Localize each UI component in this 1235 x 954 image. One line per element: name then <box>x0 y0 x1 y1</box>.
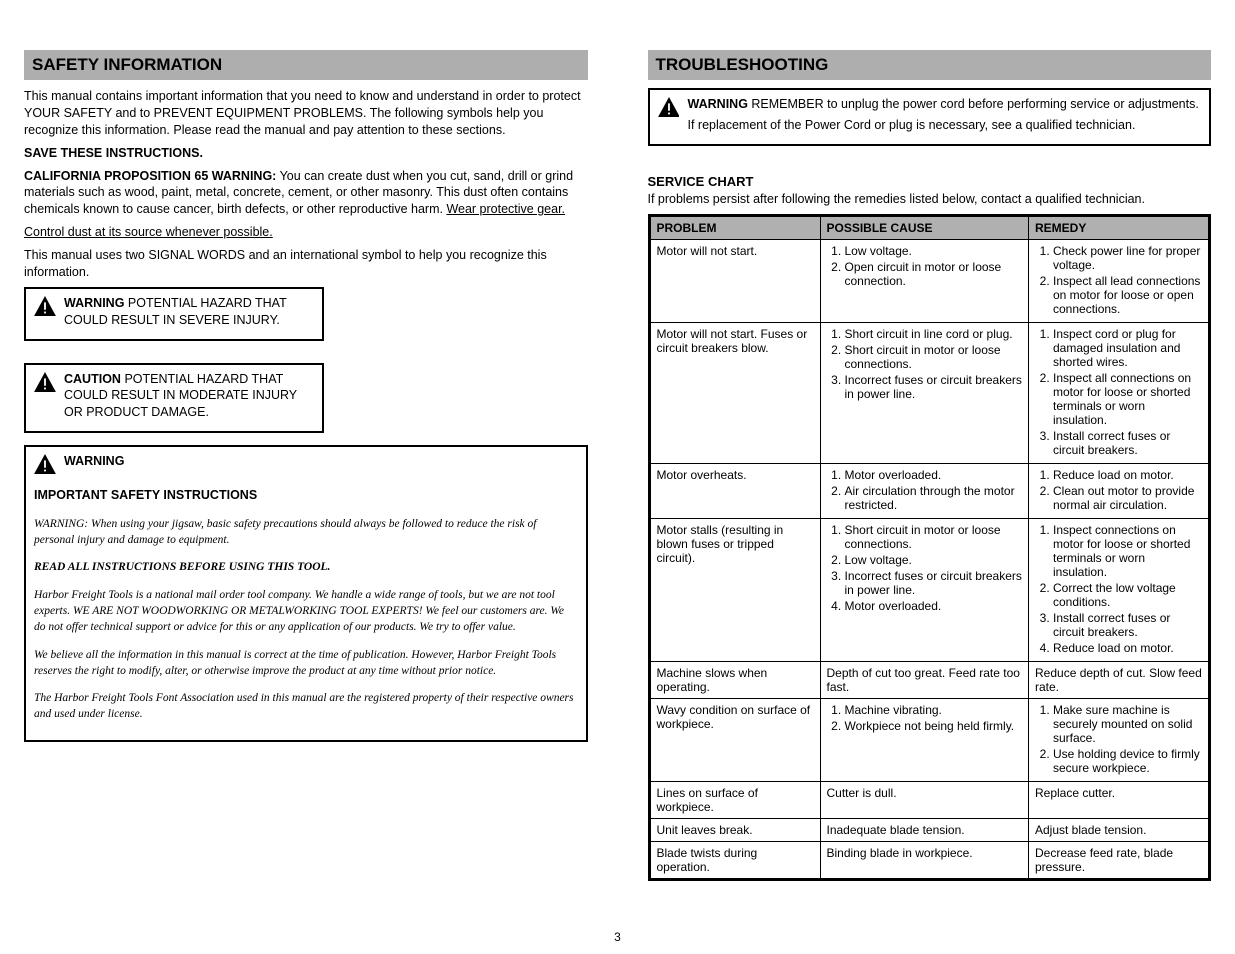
cell-cause: Cutter is dull. <box>820 781 1029 818</box>
save-instructions: SAVE THESE INSTRUCTIONS. <box>24 145 588 162</box>
right-column: TROUBLESHOOTING WARNING REMEMBER to unpl… <box>648 50 1212 934</box>
cell-remedy: Check power line for proper voltage.Insp… <box>1029 239 1209 322</box>
cell-problem: Unit leaves break. <box>650 818 820 841</box>
alert-icon <box>34 372 56 392</box>
cell-problem: Motor will not start. Fuses or circuit b… <box>650 322 820 463</box>
underline-note: Control dust at its source whenever poss… <box>24 224 588 241</box>
cell-cause: Low voltage.Open circuit in motor or loo… <box>820 239 1029 322</box>
cell-problem: Motor will not start. <box>650 239 820 322</box>
cell-cause: Motor overloaded.Air circulation through… <box>820 463 1029 518</box>
table-row: Machine slows when operating.Depth of cu… <box>650 661 1209 698</box>
th-cause: POSSIBLE CAUSE <box>820 216 1029 239</box>
table-row: Lines on surface of workpiece.Cutter is … <box>650 781 1209 818</box>
cell-remedy: Reduce depth of cut. Slow feed rate. <box>1029 661 1209 698</box>
cell-remedy: Reduce load on motor.Clean out motor to … <box>1029 463 1209 518</box>
troubleshooting-header: TROUBLESHOOTING <box>648 50 1212 80</box>
cell-remedy: Adjust blade tension. <box>1029 818 1209 841</box>
cell-problem: Motor stalls (resulting in blown fuses o… <box>650 518 820 661</box>
safety-header: SAFETY INFORMATION <box>24 50 588 80</box>
cell-problem: Lines on surface of workpiece. <box>650 781 820 818</box>
alert-icon <box>658 97 680 117</box>
cell-problem: Motor overheats. <box>650 463 820 518</box>
warning-callout: WARNING POTENTIAL HAZARD THAT COULD RESU… <box>24 287 324 341</box>
troubleshooting-warning: WARNING REMEMBER to unplug the power cor… <box>648 88 1212 146</box>
cell-cause: Inadequate blade tension. <box>820 818 1029 841</box>
cell-remedy: Inspect connections on motor for loose o… <box>1029 518 1209 661</box>
cell-remedy: Inspect cord or plug for damaged insulat… <box>1029 322 1209 463</box>
alert-icon <box>34 296 56 316</box>
intro-text: This manual contains important informati… <box>24 88 588 139</box>
service-chart-sub: If problems persist after following the … <box>648 191 1212 208</box>
table-row: Motor stalls (resulting in blown fuses o… <box>650 518 1209 661</box>
th-problem: PROBLEM <box>650 216 820 239</box>
service-chart-heading: SERVICE CHART <box>648 174 1212 189</box>
table-row: Blade twists during operation.Binding bl… <box>650 841 1209 878</box>
cell-cause: Binding blade in workpiece. <box>820 841 1029 878</box>
table-row: Motor will not start.Low voltage.Open ci… <box>650 239 1209 322</box>
page-number: 3 <box>614 930 621 944</box>
cell-remedy: Decrease feed rate, blade pressure. <box>1029 841 1209 878</box>
table-row: Motor overheats.Motor overloaded.Air cir… <box>650 463 1209 518</box>
cell-cause: Short circuit in line cord or plug.Short… <box>820 322 1029 463</box>
cell-remedy: Replace cutter. <box>1029 781 1209 818</box>
cell-cause: Machine vibrating.Workpiece not being he… <box>820 698 1029 781</box>
cell-problem: Machine slows when operating. <box>650 661 820 698</box>
table-row: Unit leaves break.Inadequate blade tensi… <box>650 818 1209 841</box>
table-row: Wavy condition on surface of workpiece.M… <box>650 698 1209 781</box>
cell-problem: Wavy condition on surface of workpiece. <box>650 698 820 781</box>
cell-problem: Blade twists during operation. <box>650 841 820 878</box>
cell-remedy: Make sure machine is securely mounted on… <box>1029 698 1209 781</box>
th-remedy: REMEDY <box>1029 216 1209 239</box>
cell-cause: Short circuit in motor or loose connecti… <box>820 518 1029 661</box>
service-chart-table: PROBLEM POSSIBLE CAUSE REMEDY Motor will… <box>648 214 1212 881</box>
table-row: Motor will not start. Fuses or circuit b… <box>650 322 1209 463</box>
cell-cause: Depth of cut too great. Feed rate too fa… <box>820 661 1029 698</box>
font-assoc-callout: WARNING IMPORTANT SAFETY INSTRUCTIONS WA… <box>24 445 588 742</box>
caution-callout: CAUTION POTENTIAL HAZARD THAT COULD RESU… <box>24 363 324 434</box>
left-column: SAFETY INFORMATION This manual contains … <box>24 50 588 934</box>
california-prop: CALIFORNIA PROPOSITION 65 WARNING: You c… <box>24 168 588 219</box>
alert-icon <box>34 454 56 474</box>
signal-word-intro: This manual uses two SIGNAL WORDS and an… <box>24 247 588 281</box>
